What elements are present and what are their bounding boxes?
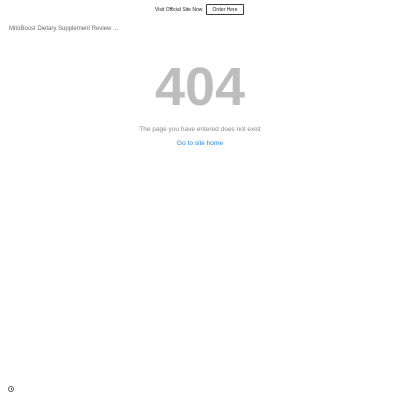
site-title[interactable]: MitoBoost Dietary Supplement Review ...	[9, 25, 118, 33]
error-message: The page you have entered does not exist	[139, 126, 261, 133]
top-banner: Visit Official Site Now Order Here	[0, 0, 400, 20]
banner-text: Visit Official Site Now	[155, 7, 203, 13]
error-code: 404	[154, 57, 246, 117]
go-to-site-home-link[interactable]: Go to site home	[0, 140, 400, 148]
order-here-button[interactable]: Order Here	[206, 4, 244, 15]
info-icon[interactable]	[8, 386, 14, 392]
page: Visit Official Site Now Order Here MitoB…	[0, 0, 400, 400]
